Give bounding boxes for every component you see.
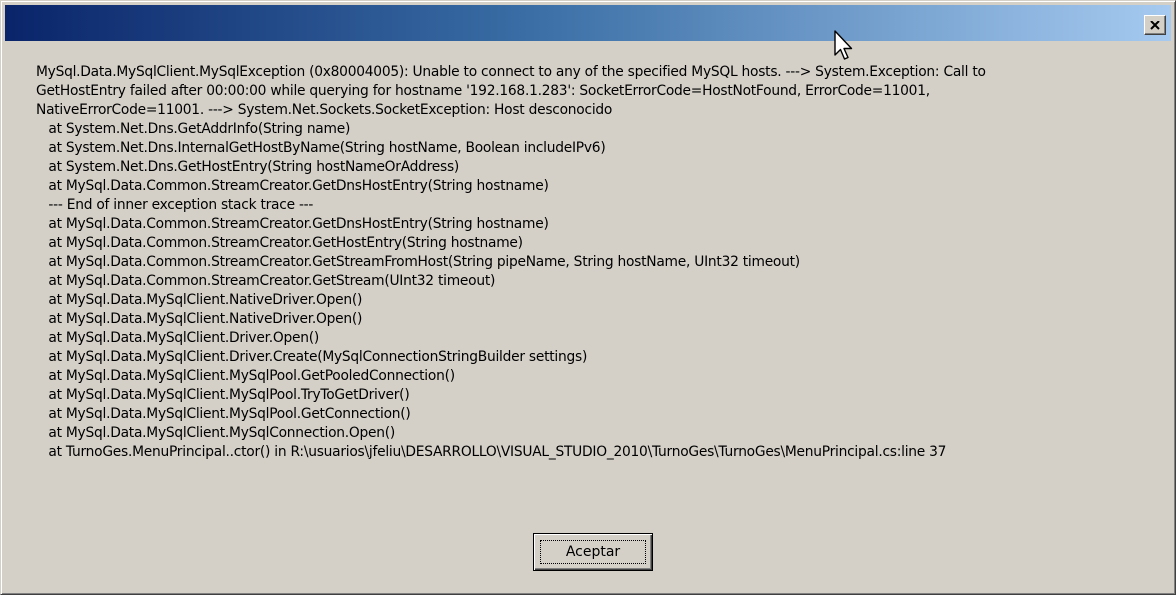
message-line: at MySql.Data.MySqlClient.MySqlConnectio… — [36, 425, 396, 441]
message-line: MySql.Data.MySqlClient.MySqlException (0… — [36, 64, 986, 80]
message-line: at MySql.Data.Common.StreamCreator.GetSt… — [36, 254, 800, 270]
ok-button[interactable]: Aceptar — [533, 533, 653, 571]
close-button[interactable] — [1144, 15, 1166, 35]
message-line: at MySql.Data.MySqlClient.MySqlPool.GetP… — [36, 368, 455, 384]
message-line: GetHostEntry failed after 00:00:00 while… — [36, 83, 930, 99]
message-line: at MySql.Data.MySqlClient.Driver.Open() — [36, 330, 319, 346]
title-bar[interactable] — [5, 5, 1171, 41]
message-line: at MySql.Data.MySqlClient.MySqlPool.GetC… — [36, 406, 411, 422]
message-line: --- End of inner exception stack trace -… — [36, 197, 314, 213]
message-line: at TurnoGes.MenuPrincipal..ctor() in R:\… — [36, 444, 947, 460]
message-line: at MySql.Data.MySqlClient.NativeDriver.O… — [36, 292, 363, 308]
message-line: at System.Net.Dns.GetHostEntry(String ho… — [36, 159, 460, 175]
message-line: at MySql.Data.Common.StreamCreator.GetHo… — [36, 235, 523, 251]
message-line: at System.Net.Dns.InternalGetHostByName(… — [36, 140, 606, 156]
message-line: at MySql.Data.MySqlClient.Driver.Create(… — [36, 349, 588, 365]
message-line: at MySql.Data.Common.StreamCreator.GetSt… — [36, 273, 496, 289]
message-line: NativeErrorCode=11001. ---> System.Net.S… — [36, 102, 613, 118]
message-line: at System.Net.Dns.GetAddrInfo(String nam… — [36, 121, 351, 137]
message-line: at MySql.Data.MySqlClient.MySqlPool.TryT… — [36, 387, 410, 403]
message-line: at MySql.Data.MySqlClient.NativeDriver.O… — [36, 311, 363, 327]
close-icon — [1150, 20, 1160, 30]
ok-button-label: Aceptar — [540, 540, 646, 564]
message-line: at MySql.Data.Common.StreamCreator.GetDn… — [36, 178, 549, 194]
message-line: at MySql.Data.Common.StreamCreator.GetDn… — [36, 216, 549, 232]
error-dialog: MySql.Data.MySqlClient.MySqlException (0… — [0, 0, 1176, 595]
error-message: MySql.Data.MySqlClient.MySqlException (0… — [36, 63, 1166, 462]
